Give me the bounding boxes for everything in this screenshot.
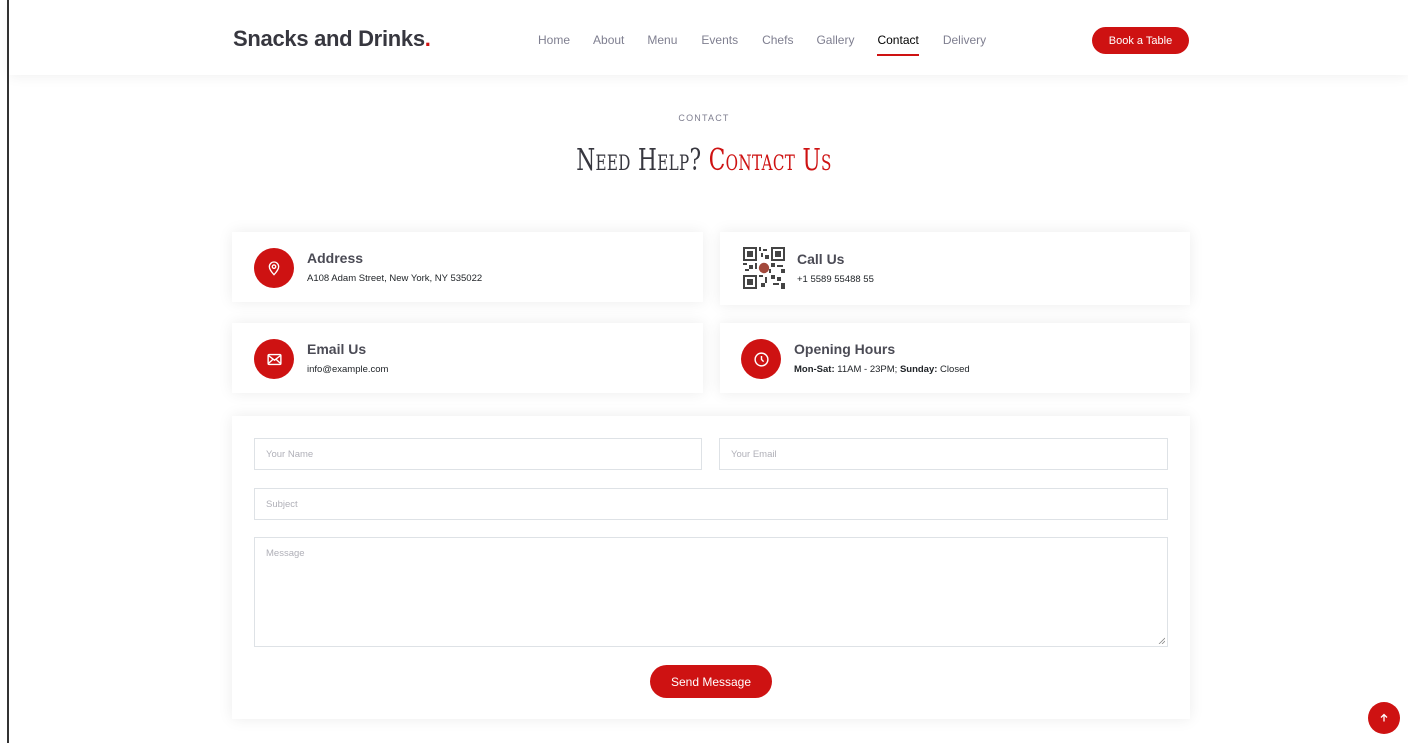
nav-gallery[interactable]: Gallery [816, 33, 854, 47]
hours-time-weekday: 11AM - 23PM; [834, 364, 900, 375]
address-card: Address A108 Adam Street, New York, NY 5… [232, 232, 703, 302]
email-text: info@example.com [307, 364, 389, 375]
page-title-accent: Contact Us [708, 143, 832, 178]
nav-chefs[interactable]: Chefs [762, 33, 793, 47]
page-title-plain: Need Help? [576, 143, 709, 178]
page-title: Need Help? Contact Us [197, 143, 1211, 178]
hours-days-weekday: Mon-Sat: [794, 364, 835, 375]
email-card: Email Us info@example.com [232, 323, 703, 393]
qr-code-icon [743, 247, 785, 289]
section-eyebrow: CONTACT [678, 113, 730, 123]
logo-dot: . [424, 26, 431, 51]
envelope-icon [254, 339, 294, 379]
arrow-up-icon [1380, 713, 1388, 722]
hours-time-sunday: Closed [937, 364, 970, 375]
book-table-button[interactable]: Book a Table [1092, 27, 1189, 54]
subject-input[interactable] [254, 488, 1168, 520]
call-text: +1 5589 55488 55 [797, 274, 874, 285]
site-logo[interactable]: Snacks and Drinks. [233, 26, 431, 52]
hours-card: Opening Hours Mon-Sat: 11AM - 23PM; Sund… [720, 323, 1190, 393]
address-text: A108 Adam Street, New York, NY 535022 [307, 273, 483, 284]
hours-title: Opening Hours [794, 341, 896, 357]
scroll-top-button[interactable] [1368, 702, 1400, 734]
site-header: Snacks and Drinks. Home About Menu Event… [9, 0, 1408, 75]
call-title: Call Us [797, 251, 845, 267]
send-message-button[interactable]: Send Message [650, 665, 772, 698]
address-title: Address [307, 250, 364, 266]
map-pin-icon [254, 248, 294, 288]
email-input[interactable] [719, 438, 1168, 470]
nav-about[interactable]: About [593, 33, 624, 47]
nav-home[interactable]: Home [538, 33, 570, 47]
window-edge [7, 0, 9, 743]
hours-text: Mon-Sat: 11AM - 23PM; Sunday: Closed [794, 364, 970, 375]
clock-icon [741, 339, 781, 379]
main-nav: Home About Menu Events Chefs Gallery Con… [538, 33, 986, 56]
logo-text: Snacks and Drinks [233, 26, 425, 51]
message-wrapper [254, 537, 1168, 647]
name-input[interactable] [254, 438, 702, 470]
nav-delivery[interactable]: Delivery [943, 33, 986, 47]
message-textarea[interactable] [254, 537, 1168, 647]
nav-menu[interactable]: Menu [647, 33, 677, 47]
email-title: Email Us [307, 341, 367, 357]
nav-contact[interactable]: Contact [877, 33, 920, 56]
resize-handle-icon[interactable] [1158, 637, 1165, 644]
call-card: Call Us +1 5589 55488 55 [720, 232, 1190, 305]
nav-events[interactable]: Events [701, 33, 738, 47]
hours-days-sunday: Sunday: [899, 364, 938, 375]
